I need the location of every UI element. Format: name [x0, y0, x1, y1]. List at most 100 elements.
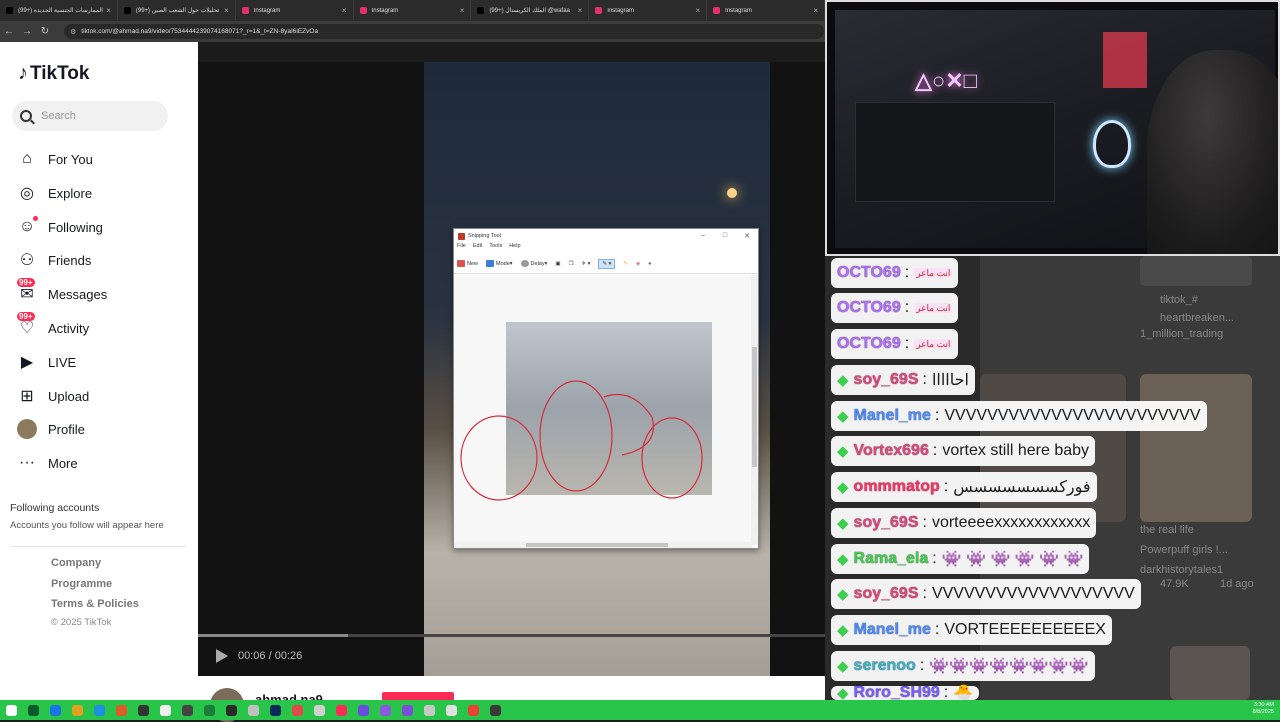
chrome-icon[interactable]	[468, 704, 479, 716]
sidebar-item-for-you[interactable]: ⌂ For You	[16, 147, 93, 171]
app-icon[interactable]	[138, 704, 149, 716]
streamer	[1147, 50, 1278, 254]
app-icon[interactable]	[490, 704, 501, 716]
sidebar-item-following[interactable]: ☺ Following	[16, 215, 103, 239]
browser-tab[interactable]: Instagram ×	[236, 0, 354, 21]
chat-message: ◆ soy_69S: احااااا	[831, 365, 975, 395]
browser-tab[interactable]: (99+) الملك الكريستال @wafaa ×	[471, 0, 590, 21]
menu-help[interactable]: Help	[509, 243, 520, 254]
tab-close-icon[interactable]: ×	[695, 6, 700, 15]
browser-tab[interactable]: (99+) تحليلات حول الشعب الصين ×	[118, 0, 236, 21]
video-progress-bar[interactable]	[198, 634, 825, 637]
edge-icon[interactable]	[94, 704, 105, 716]
clock-time: 3:30 AM	[1253, 702, 1274, 708]
menu-file[interactable]: File	[457, 243, 466, 254]
menu-tools[interactable]: Tools	[489, 243, 502, 254]
app-icon[interactable]	[358, 704, 369, 716]
pen-tool[interactable]: ✎ ▾	[598, 258, 616, 269]
file-explorer-icon[interactable]	[72, 704, 83, 716]
minimize-icon[interactable]: –	[692, 232, 714, 240]
chat-message: ◆ soy_69S: vorteeeexxxxxxxxxxxx	[831, 508, 1097, 538]
chat-username: OCTO69	[837, 335, 901, 352]
copy-icon[interactable]: ❐	[569, 261, 574, 267]
horizontal-scroll-thumb[interactable]	[526, 543, 668, 547]
vertical-scrollbar[interactable]	[751, 275, 758, 545]
following-accounts-subtitle: Accounts you follow will appear here	[10, 520, 164, 531]
sidebar-item-live[interactable]: ▶ LIVE	[16, 350, 76, 374]
menu-edit[interactable]: Edit	[473, 243, 482, 254]
chat-separator: :	[922, 371, 927, 388]
sidebar-item-profile[interactable]: Profile	[16, 417, 85, 441]
browser-tab[interactable]: Instagram ×	[589, 0, 708, 21]
footer-link-programme[interactable]: Programme	[51, 578, 112, 590]
vertical-scroll-thumb[interactable]	[752, 347, 757, 467]
chat-separator: :	[904, 264, 910, 281]
outlook-icon[interactable]	[116, 704, 127, 716]
delay-button[interactable]: Delay ▾	[520, 260, 547, 267]
chat-separator: :	[922, 514, 927, 531]
sidebar-item-label: Profile	[48, 421, 85, 437]
sidebar-item-label: Following	[48, 219, 103, 235]
tab-close-icon[interactable]: ×	[578, 6, 583, 15]
tab-close-icon[interactable]: ×	[224, 6, 229, 15]
background-page-text: heartbreaken...	[1160, 312, 1234, 324]
footer-link-company[interactable]: Company	[51, 557, 101, 569]
sidebar-item-messages[interactable]: ✉ 99+ Messages	[16, 278, 107, 306]
premiere-icon[interactable]	[270, 704, 281, 716]
url-field[interactable]: ⚙ tiktok.com/@ahmad.na9/video/7534444239…	[64, 24, 824, 39]
app-icon[interactable]	[380, 704, 391, 716]
browser-tab[interactable]: Instagram ×	[354, 0, 472, 21]
highlighter-icon[interactable]: ✎	[623, 261, 628, 267]
chat-separator: :	[943, 684, 949, 700]
chat-badge-icon: ◆	[837, 658, 849, 675]
app-icon[interactable]	[226, 704, 237, 716]
sidebar-item-explore[interactable]: ◎ Explore	[16, 181, 92, 205]
tiktok-logo[interactable]: ♪ TikTok	[18, 62, 89, 85]
reload-icon[interactable]: ↻	[36, 26, 54, 37]
tiktok-icon[interactable]	[336, 704, 347, 716]
search-icon[interactable]	[28, 704, 39, 716]
forward-icon[interactable]: →	[18, 26, 36, 37]
footer-link-terms[interactable]: Terms & Policies	[51, 598, 139, 610]
tab-close-icon[interactable]: ×	[460, 6, 465, 15]
app-icon[interactable]	[292, 704, 303, 716]
play-icon[interactable]	[216, 649, 228, 663]
browser-tab[interactable]: (99+) الممارسات الجنسية الجديدة ×	[0, 0, 118, 21]
save-icon[interactable]: ▣	[555, 261, 560, 267]
tab-close-icon[interactable]: ×	[342, 6, 347, 15]
copyright: © 2025 TikTok	[51, 617, 112, 628]
mode-button[interactable]: Mode ▾	[486, 260, 513, 267]
horizontal-scrollbar[interactable]	[454, 542, 752, 548]
new-snip-button[interactable]: New	[457, 260, 478, 267]
sidebar-item-more[interactable]: ··· More	[16, 451, 78, 475]
browser-tab[interactable]: Instagram ×	[707, 0, 826, 21]
chat-username: Manel_me	[853, 407, 931, 424]
maximize-icon[interactable]: □	[714, 232, 736, 240]
chrome-icon[interactable]	[160, 704, 171, 716]
sublime-icon[interactable]	[204, 704, 215, 716]
chat-separator: :	[919, 657, 925, 674]
paint-icon[interactable]: ●	[648, 261, 651, 267]
app-icon[interactable]	[314, 704, 325, 716]
close-icon[interactable]: ✕	[736, 232, 758, 240]
app-icon[interactable]	[424, 704, 435, 716]
tab-close-icon[interactable]: ×	[813, 6, 818, 15]
app-icon[interactable]	[402, 704, 413, 716]
system-clock[interactable]: 3:30 AM 8/8/2025	[1253, 702, 1274, 716]
chat-text: vortex still here baby	[942, 442, 1090, 459]
search-input[interactable]: Search	[12, 101, 168, 131]
sidebar-item-friends[interactable]: ⚇ Friends	[16, 248, 92, 272]
app-icon[interactable]	[182, 704, 193, 716]
scissors-icon	[458, 232, 465, 240]
sidebar-item-activity[interactable]: ♡ 99+ Activity	[16, 312, 89, 340]
back-icon[interactable]: ←	[0, 26, 18, 37]
send-icon[interactable]: ✈ ▾	[582, 261, 591, 267]
app-icon[interactable]	[446, 704, 457, 716]
task-view-icon[interactable]	[50, 704, 61, 716]
site-info-icon[interactable]: ⚙	[70, 28, 76, 36]
chatgpt-icon[interactable]	[248, 704, 259, 716]
eraser-icon[interactable]: ◆	[636, 261, 640, 267]
sidebar-item-upload[interactable]: ⊞ Upload	[16, 384, 89, 408]
tab-close-icon[interactable]: ×	[106, 6, 111, 15]
start-icon[interactable]	[6, 704, 17, 716]
